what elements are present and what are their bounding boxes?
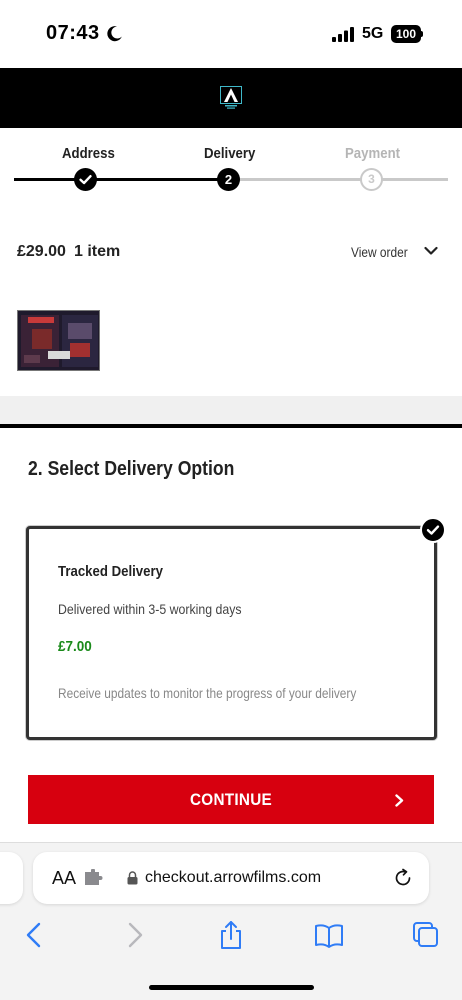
status-bar: 07:43 5G 100 <box>0 0 462 68</box>
extension-icon[interactable] <box>84 869 104 887</box>
chevron-right-icon <box>395 794 404 807</box>
view-order-link[interactable]: View order <box>351 244 408 260</box>
stepper-remaining-line <box>229 178 448 181</box>
home-indicator <box>149 985 314 990</box>
chevron-down-icon[interactable] <box>424 246 438 256</box>
signal-icon <box>332 27 354 42</box>
step-address-label[interactable]: Address <box>62 145 115 162</box>
order-total: £29.00 <box>17 243 66 260</box>
stepper-progress-line <box>14 178 229 181</box>
moon-icon <box>107 26 122 42</box>
selected-check-icon <box>420 517 446 543</box>
bookmarks-icon[interactable] <box>314 920 344 950</box>
step-delivery-label: Delivery <box>204 145 256 162</box>
reload-icon[interactable] <box>393 868 413 888</box>
product-artwork <box>18 311 99 370</box>
checkmark-icon <box>79 175 92 185</box>
delivery-section-title: 2. Select Delivery Option <box>28 458 235 480</box>
section-rule <box>0 424 462 428</box>
status-time: 07:43 <box>46 22 100 44</box>
continue-label: CONTINUE <box>189 790 273 809</box>
tabs-icon[interactable] <box>411 920 441 950</box>
share-icon[interactable] <box>216 920 246 950</box>
section-divider <box>0 396 462 424</box>
url-text[interactable]: checkout.arrowfilms.com <box>145 869 321 887</box>
delivery-option-price: £7.00 <box>58 638 92 655</box>
text-size-button[interactable]: AA <box>52 868 76 889</box>
previous-tab-stub[interactable] <box>0 852 23 904</box>
continue-button[interactable]: CONTINUE <box>28 775 434 824</box>
delivery-option-card[interactable] <box>26 526 437 740</box>
product-thumbnail[interactable] <box>17 310 100 371</box>
battery-icon: 100 <box>391 25 423 43</box>
network-label: 5G <box>362 25 384 42</box>
delivery-option-note: Receive updates to monitor the progress … <box>58 685 357 701</box>
step-payment-marker: 3 <box>360 168 383 191</box>
order-item-count: 1 item <box>74 243 121 260</box>
step-payment-label: Payment <box>345 145 401 162</box>
forward-icon[interactable] <box>119 920 149 950</box>
lock-icon <box>127 871 138 885</box>
delivery-option-description: Delivered within 3-5 working days <box>58 601 242 617</box>
back-icon[interactable] <box>20 920 50 950</box>
step-delivery-marker: 2 <box>217 168 240 191</box>
delivery-option-title: Tracked Delivery <box>58 563 163 580</box>
step-address-marker[interactable] <box>74 168 97 191</box>
battery-level: 100 <box>391 25 421 43</box>
arrow-logo[interactable] <box>220 86 242 110</box>
